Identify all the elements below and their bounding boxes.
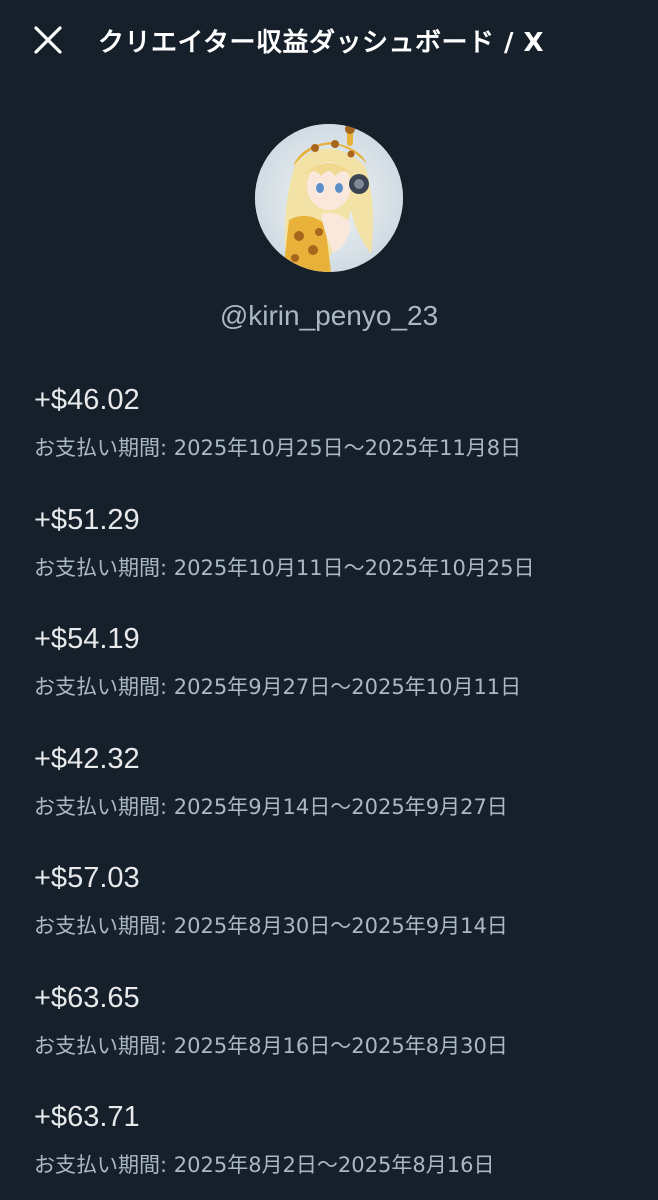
payout-item: +$42.32 お支払い期間: 2025年9月14日〜2025年9月27日 — [34, 743, 634, 863]
payout-amount: +$63.65 — [34, 981, 140, 1014]
payout-period: お支払い期間: 2025年8月2日〜2025年8月16日 — [34, 1153, 495, 1177]
close-icon — [34, 26, 62, 54]
payout-item: +$51.29 お支払い期間: 2025年10月11日〜2025年10月25日 — [34, 504, 634, 624]
creator-revenue-dashboard: クリエイター収益ダッシュボード / X @kirin_penyo_23 +$46… — [0, 0, 658, 1200]
payout-period: お支払い期間: 2025年10月11日〜2025年10月25日 — [34, 555, 535, 580]
payout-period: お支払い期間: 2025年8月30日〜2025年9月14日 — [34, 914, 508, 938]
payout-item: +$63.65 お支払い期間: 2025年8月16日〜2025年8月30日 — [34, 982, 634, 1102]
header-bar: クリエイター収益ダッシュボード / X — [0, 0, 658, 80]
payout-amount: +$54.19 — [34, 623, 140, 655]
payout-item: +$63.71 お支払い期間: 2025年8月2日〜2025年8月16日 — [34, 1101, 634, 1200]
payout-amount: +$63.71 — [34, 1101, 140, 1133]
payout-amount: +$51.29 — [34, 503, 140, 536]
avatar-image — [255, 124, 403, 272]
username-handle: @kirin_penyo_23 — [219, 300, 439, 331]
payout-item: +$46.02 お支払い期間: 2025年10月25日〜2025年11月8日 — [34, 384, 634, 504]
payout-period: お支払い期間: 2025年9月27日〜2025年10月11日 — [34, 675, 522, 699]
close-button[interactable] — [30, 22, 66, 58]
payout-period: お支払い期間: 2025年9月14日〜2025年9月27日 — [34, 794, 508, 819]
payout-period: お支払い期間: 2025年10月25日〜2025年11月8日 — [34, 436, 522, 460]
page-title: クリエイター収益ダッシュボード / X — [98, 28, 545, 58]
payout-period: お支払い期間: 2025年8月16日〜2025年8月30日 — [34, 1033, 508, 1058]
avatar[interactable] — [255, 124, 403, 272]
payout-item: +$54.19 お支払い期間: 2025年9月27日〜2025年10月11日 — [34, 623, 634, 743]
payout-amount: +$57.03 — [34, 862, 140, 894]
payout-amount: +$46.02 — [34, 384, 140, 416]
payout-item: +$57.03 お支払い期間: 2025年8月30日〜2025年9月14日 — [34, 862, 634, 982]
payout-list: +$46.02 お支払い期間: 2025年10月25日〜2025年11月8日 +… — [34, 384, 634, 1200]
payout-amount: +$42.32 — [34, 742, 140, 775]
